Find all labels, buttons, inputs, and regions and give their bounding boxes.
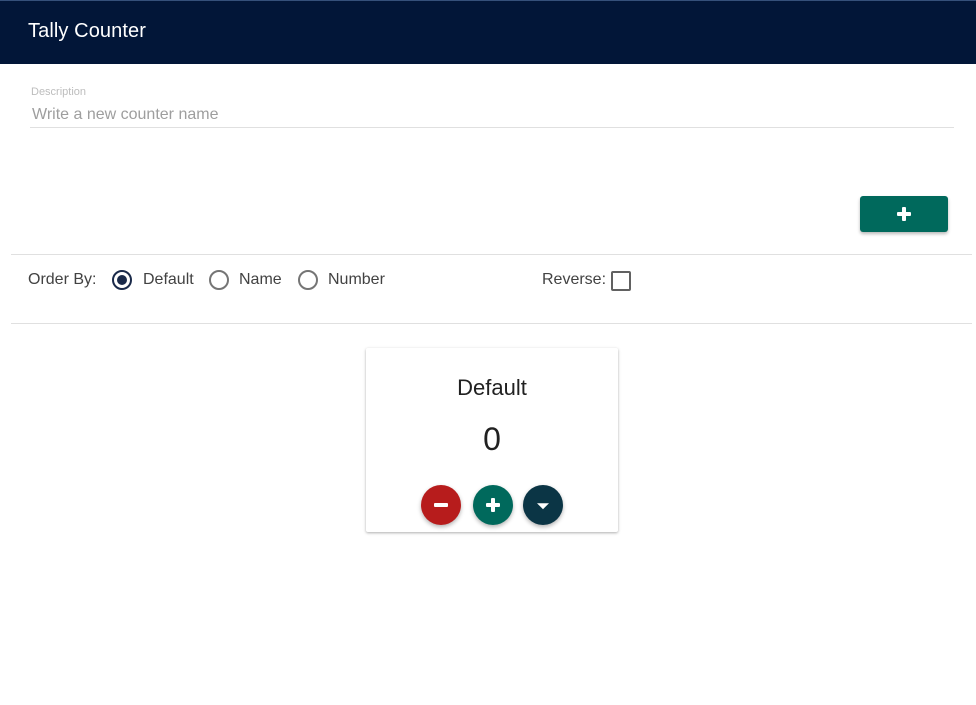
divider [11,323,972,324]
counter-name-input[interactable] [30,102,954,128]
minus-icon [434,503,448,507]
caret-down-icon [537,503,549,510]
radio-name[interactable] [209,270,229,290]
counter-card: Default 0 [366,348,618,532]
decrement-button[interactable] [421,485,461,525]
divider [11,254,972,255]
counter-value: 0 [483,421,501,457]
counter-menu-button[interactable] [523,485,563,525]
reverse-checkbox[interactable] [611,271,631,291]
radio-default[interactable] [112,270,132,290]
reverse-label: Reverse: [542,271,607,288]
add-counter-button[interactable] [860,196,948,232]
counter-name: Default [457,375,527,400]
plus-icon [897,207,911,221]
radio-name-label[interactable]: Name [239,271,282,289]
increment-button[interactable] [473,485,513,525]
radio-number[interactable] [298,270,318,290]
plus-icon [486,498,500,512]
app-title: Tally Counter [28,20,147,42]
description-label: Description [31,86,87,98]
app-bar: Tally Counter [0,0,976,64]
radio-default-label[interactable]: Default [143,271,194,289]
order-by-label: Order By: [28,271,97,288]
radio-number-label[interactable]: Number [328,271,385,289]
